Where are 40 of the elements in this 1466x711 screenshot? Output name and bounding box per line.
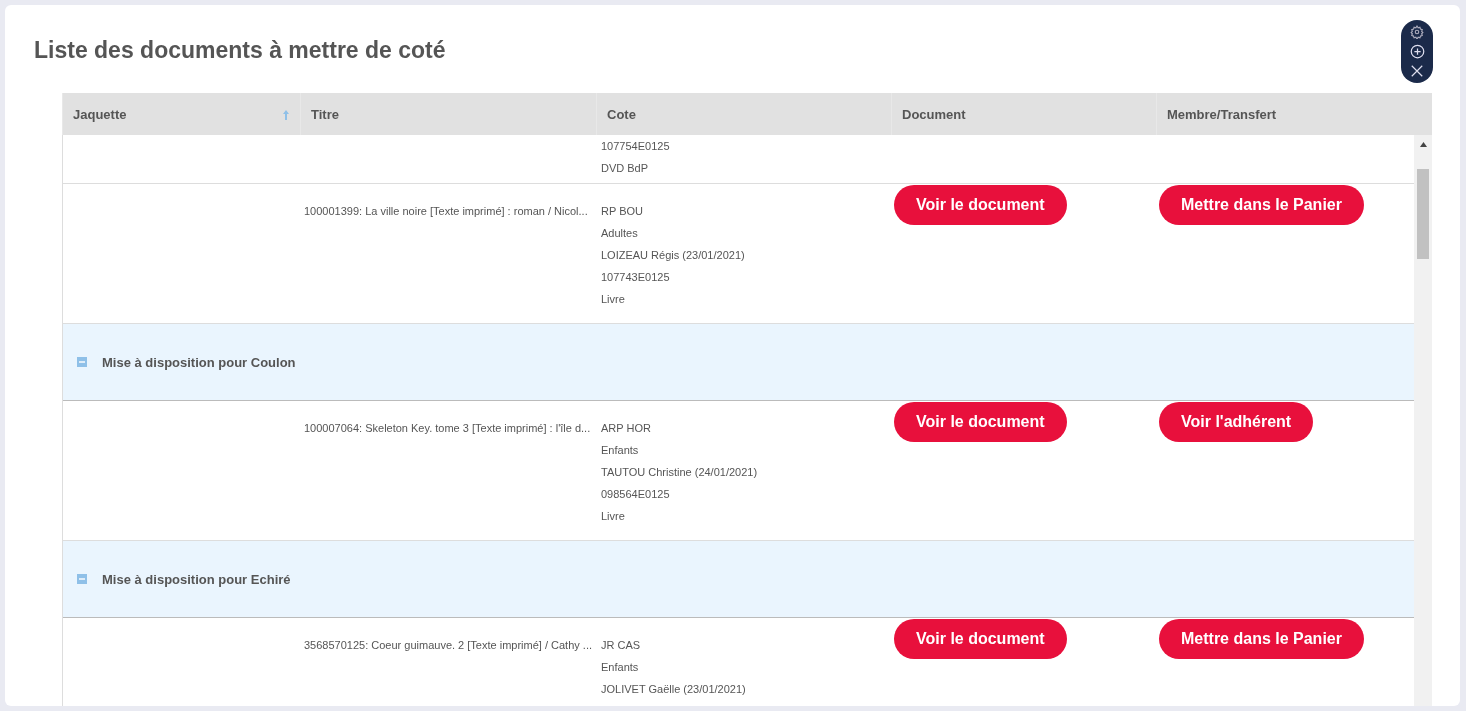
page-title: Liste des documents à mettre de coté	[34, 37, 446, 65]
cote-line: TAUTOU Christine (24/01/2021)	[601, 465, 759, 480]
group-label: Mise à disposition pour Coulon	[102, 354, 296, 370]
group-row[interactable]: Mise à disposition pour Echiré	[63, 541, 1414, 618]
cote-line: Livre	[601, 509, 626, 524]
scrollbar[interactable]	[1414, 135, 1432, 706]
cote-line: 098564E0125	[601, 487, 671, 502]
cote-line: RP BOU	[601, 204, 644, 219]
scroll-up-icon[interactable]	[1419, 142, 1427, 147]
cote-line: 107743E0125	[601, 270, 671, 285]
cote-line: DVD BdP	[601, 161, 650, 176]
member-action-button[interactable]: Voir l'adhérent	[1159, 402, 1314, 442]
cote-line: LOIZEAU Régis (23/01/2021)	[601, 248, 746, 263]
member-action-button[interactable]: Mettre dans le Panier	[1159, 185, 1364, 225]
column-header[interactable]: Cote	[596, 93, 891, 135]
view-document-button[interactable]: Voir le document	[894, 619, 1067, 659]
group-row[interactable]: Mise à disposition pour Coulon	[63, 324, 1414, 401]
cote-line: Enfants	[601, 443, 640, 458]
cote-line: Enfants	[601, 660, 640, 675]
cote-line: Adultes	[601, 226, 639, 241]
title-cell-text: 3568570125: Coeur guimauve. 2 [Texte imprimé] / Cathy ...	[304, 638, 593, 653]
cote-line: JOLIVET Gaëlle (23/01/2021)	[601, 682, 747, 697]
scroll-thumb[interactable]	[1417, 169, 1429, 259]
settings-icon[interactable]	[1410, 24, 1424, 39]
member-action-button[interactable]: Mettre dans le Panier	[1159, 619, 1364, 659]
column-header[interactable]: Jaquette	[62, 93, 300, 135]
title-cell-text: 100007064: Skeleton Key. tome 3 [Texte imprimé] : l'île d...	[304, 421, 592, 436]
cote-line: 107754E0125	[601, 139, 671, 154]
column-header[interactable]: Titre	[300, 93, 596, 135]
view-document-button[interactable]: Voir le document	[894, 402, 1067, 442]
group-label: Mise à disposition pour Echiré	[102, 571, 291, 587]
close-icon[interactable]	[1410, 64, 1424, 79]
sort-arrow-icon	[282, 108, 290, 120]
cote-line: ARP HOR	[601, 421, 652, 436]
column-header[interactable]: Document	[891, 93, 1156, 135]
view-document-button[interactable]: Voir le document	[894, 185, 1067, 225]
title-cell-text: 100001399: La ville noire [Texte imprimé] : roman / Nicol...	[304, 204, 589, 219]
add-icon[interactable]	[1409, 44, 1425, 59]
cote-line: JR CAS	[601, 638, 642, 653]
cote-line: Livre	[601, 292, 626, 307]
